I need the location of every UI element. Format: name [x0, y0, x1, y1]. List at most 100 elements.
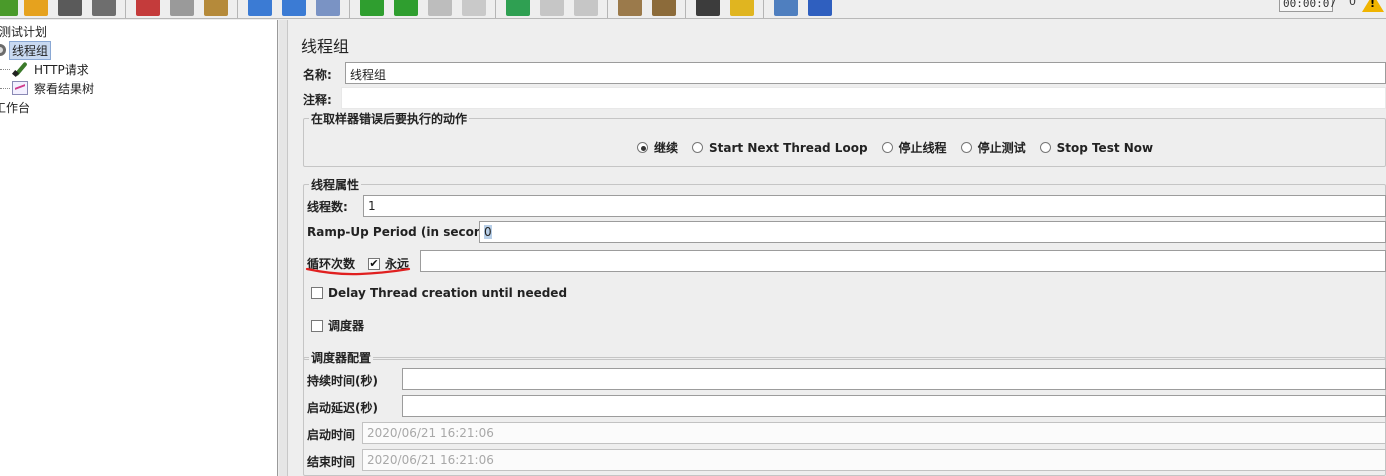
start-no-pauses-icon[interactable] [394, 0, 418, 16]
remote-shutdown-icon[interactable] [574, 0, 598, 16]
elapsed-time: 00:00:07 [1279, 0, 1336, 12]
copy-icon[interactable] [170, 0, 194, 16]
tree-item-label: 测试计划 [0, 24, 48, 39]
start-time-row: 启动时间 [307, 426, 355, 443]
end-time-label: 结束时间 [307, 455, 356, 469]
radio-label: Stop Test Now [1056, 140, 1154, 155]
stop-icon[interactable] [428, 0, 452, 16]
help-icon[interactable] [808, 0, 832, 16]
delay-thread-creation-checkbox[interactable]: Delay Thread creation until needed [311, 286, 567, 300]
radio-unselected-icon [1039, 142, 1051, 153]
checkbox-unchecked-icon [311, 319, 323, 332]
toolbar-separator [237, 0, 238, 18]
remote-stop-icon[interactable] [540, 0, 564, 16]
cut-icon[interactable] [136, 0, 160, 16]
tree-item-label: 察看结果树 [34, 81, 95, 96]
duration-label: 持续时间(秒) [307, 374, 378, 388]
scheduler-config-title: 调度器配置 [309, 349, 374, 366]
collapse-icon[interactable] [282, 0, 306, 16]
listener-graph-icon [12, 81, 28, 95]
tree-item-view-results-tree[interactable]: 察看结果树 [12, 79, 96, 97]
toolbar-separator [685, 0, 686, 18]
page-title: 线程组 [301, 37, 350, 56]
rampup-input[interactable]: 0 [479, 221, 1386, 243]
toolbar-separator [763, 0, 764, 18]
toolbar-separator [125, 0, 126, 18]
comment-field[interactable] [341, 87, 1386, 109]
name-row: 名称: [303, 66, 332, 83]
name-field[interactable]: 线程组 [345, 62, 1386, 84]
function-helper-icon[interactable] [774, 0, 798, 16]
tree-connector [0, 88, 10, 89]
remote-start-icon[interactable] [506, 0, 530, 16]
annotation-underline [305, 267, 411, 276]
radio-selected-icon [637, 142, 648, 153]
thread-properties-title: 线程属性 [309, 176, 362, 193]
radio-unselected-icon [881, 142, 893, 153]
threads-row: 线程数: [307, 198, 348, 215]
tree-item-thread-group[interactable]: 线程组 [0, 40, 52, 60]
startup-delay-input[interactable] [402, 395, 1386, 417]
pane-splitter[interactable] [279, 20, 288, 476]
startup-delay-row: 启动延迟(秒) [307, 399, 378, 416]
toggle-icon[interactable] [316, 0, 340, 16]
radio-unselected-icon [960, 142, 972, 153]
expand-icon[interactable] [248, 0, 272, 16]
clear-all-icon[interactable] [652, 0, 676, 16]
error-action-group: 在取样器错误后要执行的动作 继续 Start Next Thread Loop 停止… [303, 110, 1386, 167]
start-icon[interactable] [360, 0, 384, 16]
comment-row: 注释: [303, 91, 332, 108]
toolbar-separator [607, 0, 608, 18]
error-action-radio[interactable]: 继续 [637, 139, 678, 156]
scheduler-checkbox[interactable]: 调度器 [311, 317, 364, 334]
error-action-options: 继续 Start Next Thread Loop 停止线程 停止测试 Stop Tes… [637, 139, 1167, 156]
test-plan-tree[interactable]: 测试计划 线程组 HTTP请求 察看结果树 工作台 [0, 20, 278, 476]
gear-icon [0, 44, 6, 56]
comment-label: 注释: [303, 93, 332, 107]
duration-input[interactable] [402, 368, 1386, 390]
delay-thread-creation-label: Delay Thread creation until needed [328, 286, 568, 300]
templates-icon[interactable] [24, 0, 48, 16]
error-action-radio[interactable]: 停止测试 [960, 139, 1026, 156]
save-as-icon[interactable] [92, 0, 116, 16]
save-icon[interactable] [58, 0, 82, 16]
tree-item-workbench[interactable]: 工作台 [0, 98, 32, 116]
search-icon[interactable] [696, 0, 720, 16]
radio-label: 继续 [654, 141, 679, 155]
tree-item-label: 工作台 [0, 100, 31, 115]
threads-label: 线程数: [307, 200, 348, 214]
error-action-radio[interactable]: 停止线程 [881, 139, 947, 156]
start-time-label: 启动时间 [307, 428, 356, 442]
shutdown-icon[interactable] [462, 0, 486, 16]
sampler-pipette-icon [12, 61, 28, 77]
tree-connector [0, 69, 10, 70]
tree-item-http-request[interactable]: HTTP请求 [12, 60, 91, 78]
end-time-input[interactable]: 2020/06/21 16:21:06 [362, 449, 1386, 471]
scheduler-label: 调度器 [328, 319, 365, 333]
loop-count-input[interactable] [420, 250, 1386, 272]
toolbar-separator [349, 0, 350, 18]
threads-input[interactable]: 1 [363, 195, 1386, 217]
error-action-radio[interactable]: Start Next Thread Loop [692, 139, 868, 156]
reset-search-icon[interactable] [730, 0, 754, 16]
error-action-radio[interactable]: Stop Test Now [1039, 139, 1154, 156]
startup-delay-label: 启动延迟(秒) [307, 401, 378, 415]
name-label: 名称: [303, 68, 332, 82]
active-threads-count: 0 [1349, 0, 1356, 8]
start-time-input[interactable]: 2020/06/21 16:21:06 [362, 422, 1386, 444]
paste-icon[interactable] [204, 0, 228, 16]
tree-item-label: 线程组 [9, 40, 52, 60]
new-icon[interactable] [0, 0, 18, 16]
tree-item-test-plan[interactable]: 测试计划 [0, 22, 49, 40]
radio-unselected-icon [692, 142, 704, 153]
tree-item-label: HTTP请求 [34, 62, 89, 77]
warning-icon[interactable]: ! [1362, 0, 1384, 12]
warning-symbol: ! [1370, 0, 1376, 10]
radio-label: Start Next Thread Loop [709, 140, 868, 155]
toolbar-separator [495, 0, 496, 18]
clear-icon[interactable] [618, 0, 642, 16]
rampup-value: 0 [484, 225, 492, 239]
end-time-row: 结束时间 [307, 453, 355, 470]
radio-label: 停止线程 [898, 141, 947, 155]
error-action-title: 在取样器错误后要执行的动作 [309, 110, 470, 127]
